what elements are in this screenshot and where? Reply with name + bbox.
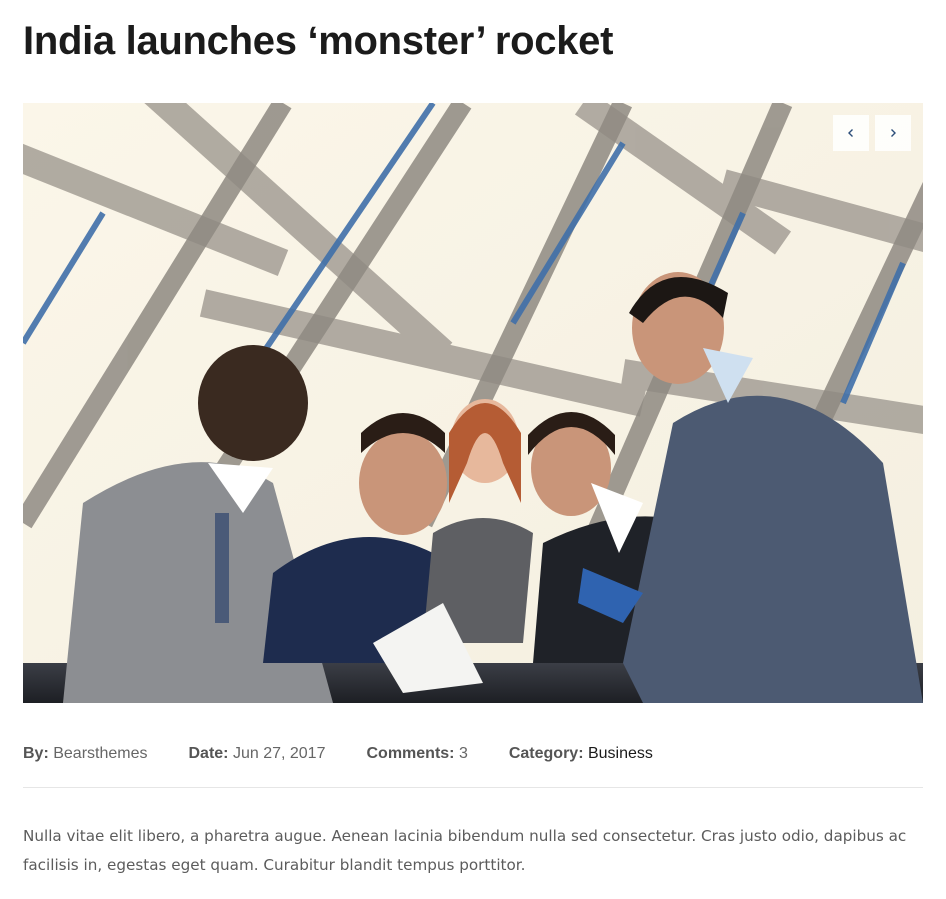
slider-prev-button[interactable] — [833, 115, 869, 151]
category-link[interactable]: Business — [588, 745, 653, 762]
meta-comments: Comments: 3 — [366, 742, 467, 766]
chevron-left-icon — [848, 129, 853, 137]
meta-divider — [23, 787, 923, 788]
meta-date-label: Date: — [188, 745, 233, 762]
comments-link[interactable]: 3 — [459, 745, 468, 762]
featured-image-slider[interactable] — [23, 103, 923, 703]
meta-author: By: Bearsthemes — [23, 742, 148, 766]
author-link[interactable]: Bearsthemes — [53, 745, 147, 762]
slider-nav — [833, 115, 911, 151]
post-meta: By: Bearsthemes Date: Jun 27, 2017 Comme… — [23, 742, 923, 766]
chevron-right-icon — [891, 129, 896, 137]
post-title[interactable]: India launches ‘monster’ rocket — [23, 14, 613, 68]
meta-date-value: Jun 27, 2017 — [232, 745, 326, 762]
meta-date: Date: Jun 27, 2017 — [189, 742, 326, 766]
meta-comments-label: Comments: — [366, 745, 459, 762]
post-excerpt: Nulla vitae elit libero, a pharetra augu… — [23, 827, 907, 874]
slider-next-button[interactable] — [875, 115, 911, 151]
meta-category: Category: Business — [509, 742, 653, 766]
featured-image[interactable] — [23, 103, 923, 703]
meta-author-label: By: — [23, 745, 54, 762]
meta-category-label: Category: — [508, 745, 588, 762]
